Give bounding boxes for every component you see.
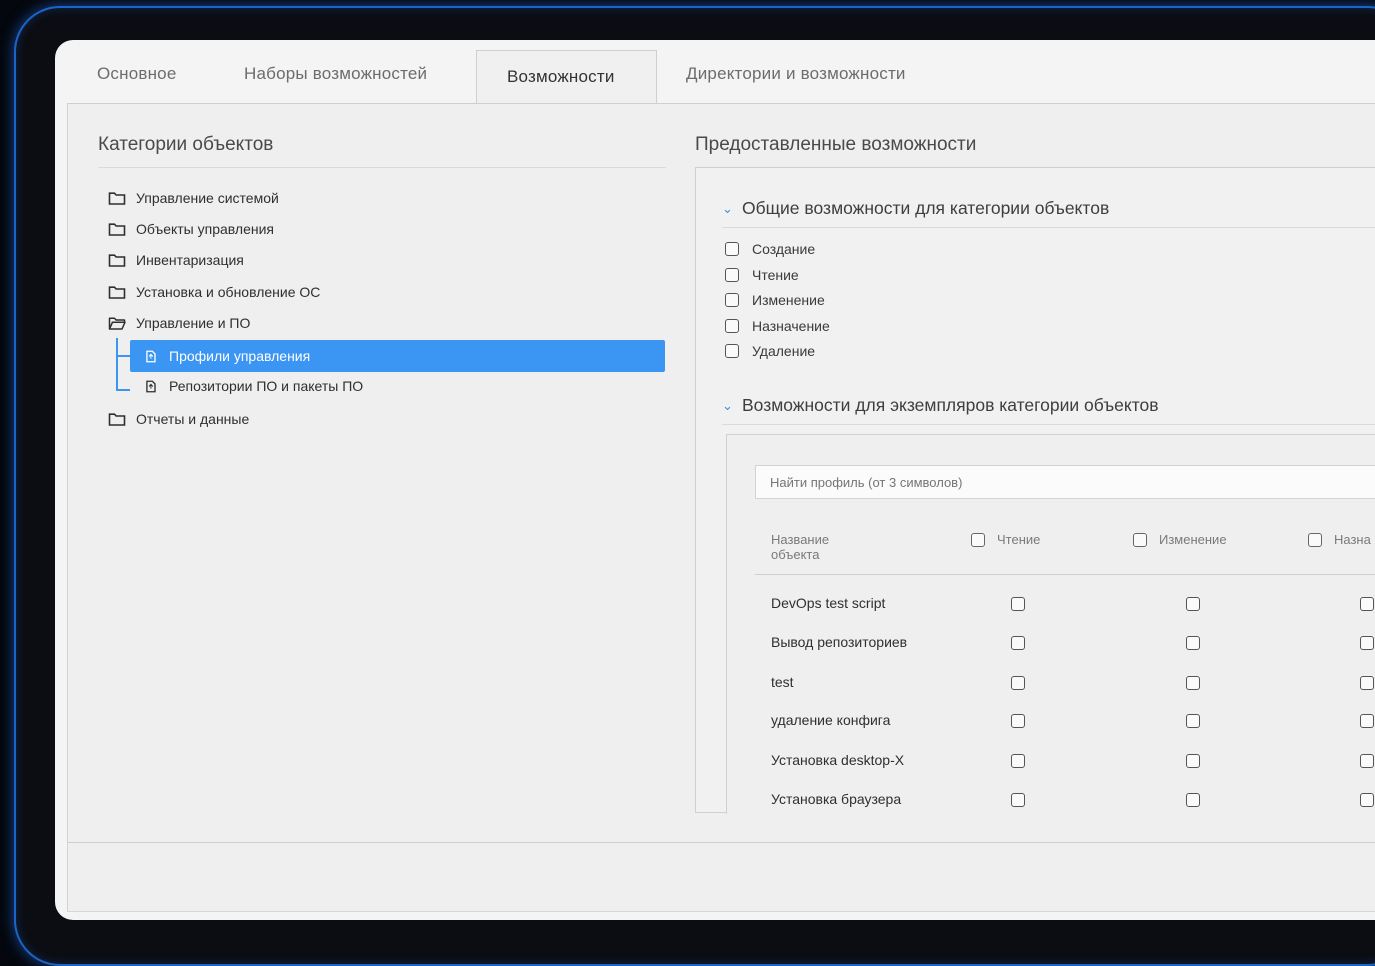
edit-all-checkbox[interactable] [1133, 532, 1147, 547]
row-read-checkbox[interactable] [1011, 597, 1025, 611]
footer-bar [67, 842, 1375, 912]
column-header-name: Название объекта [771, 532, 830, 562]
row-assign-checkbox[interactable] [1360, 793, 1374, 807]
row-edit-checkbox[interactable] [1186, 676, 1200, 690]
row-object-name: test [771, 674, 794, 690]
row-object-name: Установка desktop-X [771, 752, 905, 768]
row-assign-checkbox[interactable] [1360, 754, 1374, 768]
folder-icon [108, 253, 126, 267]
file-icon [146, 350, 156, 362]
general-capabilities-title: Общие возможности для категории объектов [742, 198, 1110, 218]
assign-all-checkbox[interactable] [1308, 532, 1322, 547]
categories-title: Категории объектов [98, 134, 274, 155]
row-read-checkbox[interactable] [1011, 754, 1025, 768]
tree-item-reports[interactable]: Отчеты и данные [108, 404, 249, 434]
column-header-read[interactable]: Чтение [971, 532, 1040, 547]
folder-icon [108, 285, 126, 299]
tab-capabilities[interactable]: Возможности [476, 50, 657, 104]
row-edit-checkbox[interactable] [1186, 597, 1200, 611]
row-read-checkbox[interactable] [1011, 636, 1025, 650]
categories-divider [98, 167, 666, 168]
capability-label: Создание [752, 241, 816, 257]
row-read-checkbox[interactable] [1011, 793, 1025, 807]
chevron-down-icon: ⌄ [722, 200, 733, 216]
row-object-name: Вывод репозиториев [771, 634, 908, 650]
tree-item-label: Репозитории ПО и пакеты ПО [169, 378, 364, 394]
tree-item-os-install[interactable]: Установка и обновление ОС [108, 277, 320, 307]
capability-label: Назначение [752, 318, 830, 334]
tree-guide-line [116, 355, 130, 357]
file-icon [146, 380, 156, 392]
folder-icon [108, 191, 126, 205]
tree-item-software-management[interactable]: Управление и ПО [108, 308, 250, 338]
tab-basic[interactable]: Основное [97, 64, 177, 84]
edit-checkbox[interactable] [725, 293, 739, 307]
row-edit-checkbox[interactable] [1186, 754, 1200, 768]
tree-item-label: Управление системой [136, 190, 279, 206]
row-edit-checkbox[interactable] [1186, 793, 1200, 807]
general-divider [722, 227, 1375, 228]
capability-edit[interactable]: Изменение [725, 292, 825, 308]
read-checkbox[interactable] [725, 268, 739, 282]
capability-create[interactable]: Создание [725, 241, 815, 257]
tree-item-label: Объекты управления [136, 221, 274, 237]
tree-item-label: Профили управления [169, 348, 311, 364]
tab-capability-sets[interactable]: Наборы возможностей [244, 64, 427, 84]
tree-item-management-profiles[interactable]: Профили управления [130, 340, 665, 372]
delete-checkbox[interactable] [725, 344, 739, 358]
capability-label: Изменение [752, 292, 825, 308]
row-assign-checkbox[interactable] [1360, 597, 1374, 611]
tree-item-system-management[interactable]: Управление системой [108, 183, 279, 213]
tree-item-software-repos[interactable]: Репозитории ПО и пакеты ПО [144, 371, 363, 401]
column-header-label: Изменение [1159, 532, 1227, 547]
assign-checkbox[interactable] [725, 319, 739, 333]
tree-item-inventory[interactable]: Инвентаризация [108, 245, 244, 275]
tree-item-label: Установка и обновление ОС [136, 284, 321, 300]
tree-guide-line [116, 338, 118, 390]
folder-icon [108, 412, 126, 426]
tree-item-label: Отчеты и данные [136, 411, 250, 427]
chevron-down-icon: ⌄ [722, 397, 733, 413]
table-header-divider [755, 574, 1375, 575]
create-checkbox[interactable] [725, 242, 739, 256]
app-window: Основное Наборы возможностей Возможности… [55, 40, 1375, 920]
row-object-name: Установка браузера [771, 791, 902, 807]
capability-label: Чтение [752, 267, 799, 283]
instance-capabilities-header[interactable]: ⌄ Возможности для экземпляров категории … [722, 395, 1159, 416]
tab-bar: Основное Наборы возможностей Возможности… [67, 40, 1375, 104]
instances-divider [722, 424, 1375, 425]
general-capabilities-header[interactable]: ⌄ Общие возможности для категории объект… [722, 198, 1109, 219]
tree-item-label: Управление и ПО [136, 315, 251, 331]
row-edit-checkbox[interactable] [1186, 714, 1200, 728]
column-header-label: Назна [1334, 532, 1371, 547]
tree-item-label: Инвентаризация [136, 252, 244, 268]
capability-delete[interactable]: Удаление [725, 343, 815, 359]
row-assign-checkbox[interactable] [1360, 676, 1374, 690]
capabilities-panel: Категории объектов Управление системой О… [67, 103, 1375, 843]
row-assign-checkbox[interactable] [1360, 636, 1374, 650]
row-edit-checkbox[interactable] [1186, 636, 1200, 650]
row-object-name: DevOps test script [771, 595, 886, 611]
capability-assign[interactable]: Назначение [725, 318, 830, 334]
row-object-name: удаление конфига [771, 712, 891, 728]
column-header-edit[interactable]: Изменение [1133, 532, 1227, 547]
tab-directories-capabilities[interactable]: Директории и возможности [686, 64, 906, 84]
row-assign-checkbox[interactable] [1360, 714, 1374, 728]
column-header-assign[interactable]: Назна [1308, 532, 1371, 547]
granted-capabilities-title: Предоставленные возможности [695, 134, 977, 155]
folder-icon [108, 222, 126, 236]
instances-table-box: Название объекта Чтение Изменение Назна … [726, 434, 1375, 814]
instance-capabilities-title: Возможности для экземпляров категории об… [742, 395, 1159, 415]
capabilities-box: ⌄ Общие возможности для категории объект… [695, 167, 1375, 814]
row-read-checkbox[interactable] [1011, 714, 1025, 728]
capability-read[interactable]: Чтение [725, 267, 799, 283]
read-all-checkbox[interactable] [971, 532, 985, 547]
profile-search-input[interactable] [755, 465, 1375, 499]
capability-label: Удаление [752, 343, 816, 359]
row-read-checkbox[interactable] [1011, 676, 1025, 690]
tree-item-managed-objects[interactable]: Объекты управления [108, 214, 274, 244]
folder-open-icon [108, 316, 126, 330]
column-header-label: Чтение [997, 532, 1041, 547]
tree-guide-line [116, 389, 130, 391]
